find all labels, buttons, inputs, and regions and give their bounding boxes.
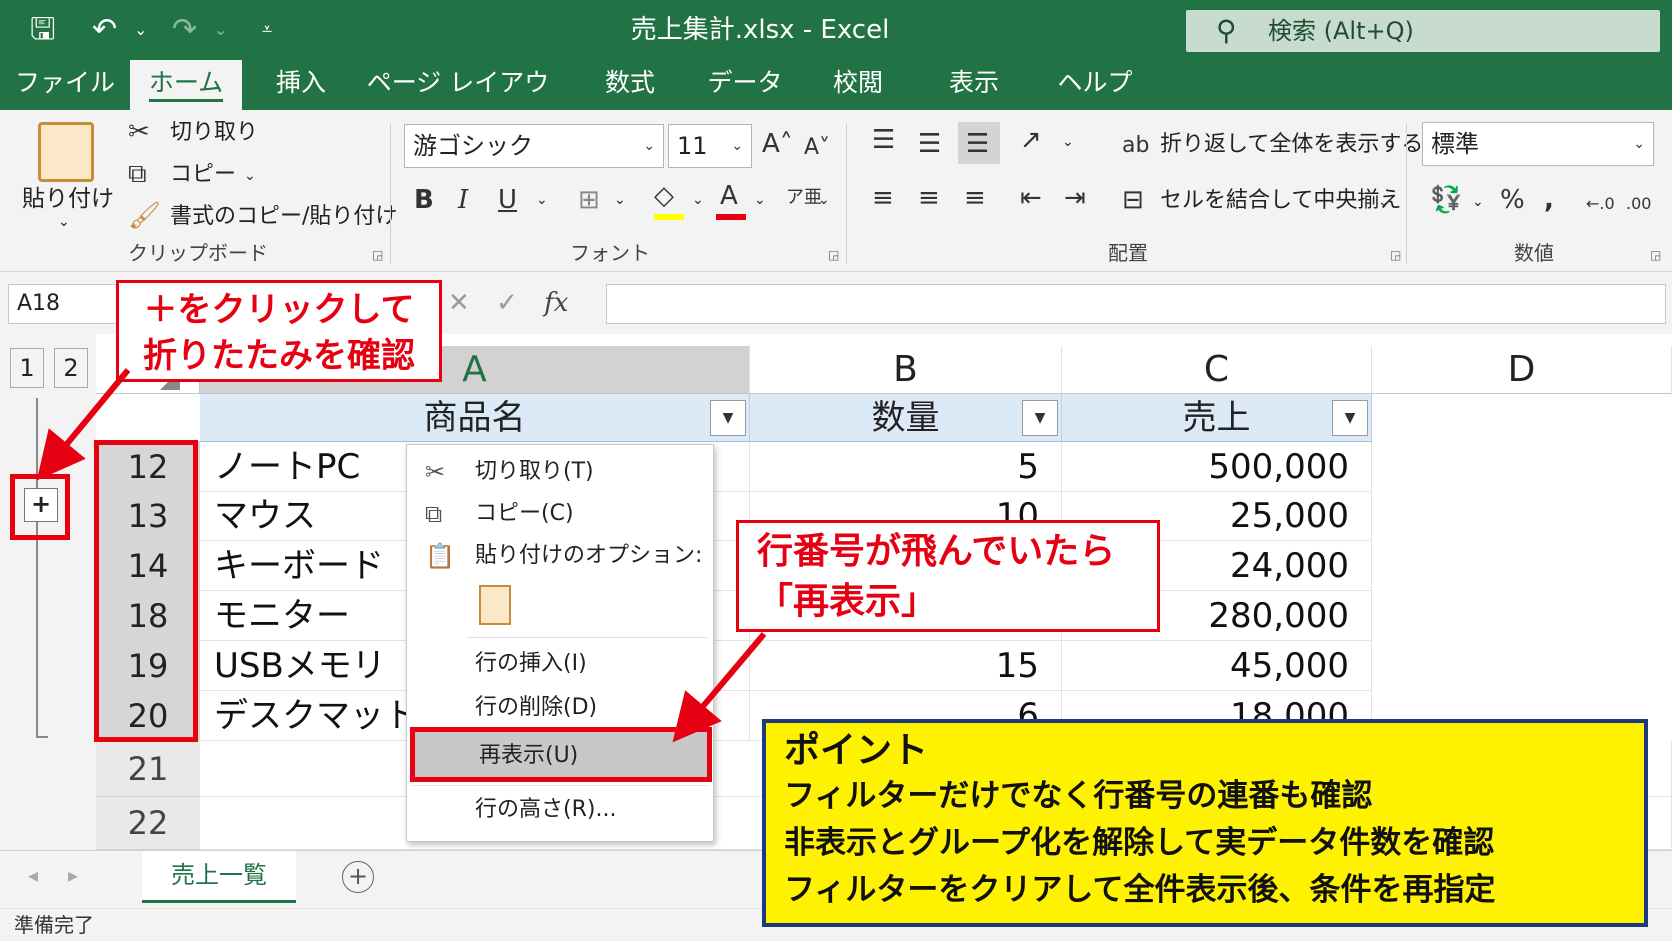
point-box: ポイント フィルターだけでなく行番号の連番も確認 非表示とグループ化を解除して実… — [762, 719, 1648, 927]
arrow-to-unhide — [672, 632, 767, 743]
point-line-2: 非表示とグループ化を解除して実データ件数を確認 — [784, 825, 1495, 861]
point-line-1: フィルターだけでなく行番号の連番も確認 — [784, 778, 1373, 814]
point-title: ポイント — [784, 730, 929, 771]
arrow-to-expand-button — [36, 368, 131, 481]
point-line-3: フィルターをクリアして全件表示後、条件を再指定 — [784, 872, 1496, 908]
